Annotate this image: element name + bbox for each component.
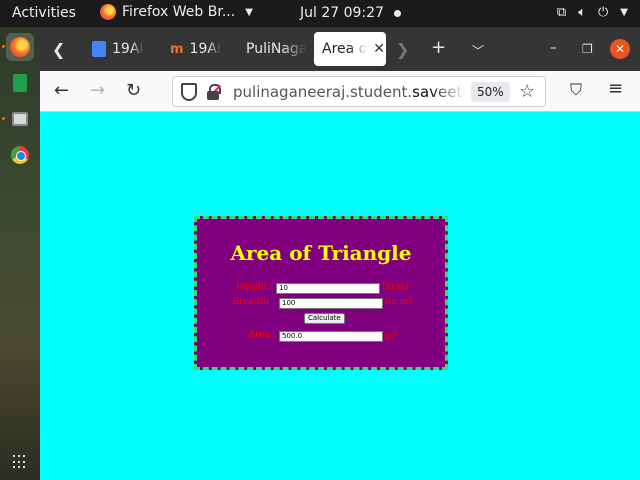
tab-moodle[interactable]: m 19AI [162,32,236,66]
zoom-level[interactable]: 50% [471,82,510,102]
close-icon[interactable]: ✕ [373,41,385,57]
shield-icon[interactable] [181,83,197,101]
reload-icon[interactable]: ↻ [126,80,141,101]
bookmark-star-icon[interactable]: ☆ [519,81,535,102]
calculate-button[interactable]: Calculate [304,313,345,324]
tab-strip: ❮ 19AI m 19AI PuliNaga Area o ✕ ❯ + ﹀ – … [40,27,640,71]
tab-label: 19AI [112,41,144,57]
area-label: Area : [248,330,276,340]
list-tabs-icon[interactable]: ﹀ [472,42,484,59]
app-menu-label: Firefox Web Br... [122,4,236,20]
volume-icon: 🔈︎ [578,5,586,20]
running-indicator [2,45,5,48]
tab-area[interactable]: Area o ✕ [314,32,386,66]
tab-pulinaga[interactable]: PuliNaga [238,32,312,66]
area-output[interactable]: 500.0 [279,331,383,342]
tab-label: Area o [322,41,368,57]
pocket-icon[interactable]: ⛉ [570,80,582,100]
running-indicator [2,117,5,120]
insecure-lock-icon[interactable] [206,84,222,100]
height-unit: (in m) [382,282,410,292]
chevron-down-icon: ▼ [620,7,628,18]
nav-bar: ← → ↻ pulinaganeeraj.student.saveetha 50… [40,71,640,112]
power-icon: ⏻ [598,5,609,20]
docs-icon [92,41,106,57]
system-tray[interactable]: ⧉ 🔈︎ ⏻ ▼ [557,5,628,20]
height-label: Height : [235,282,273,292]
dock [0,27,40,480]
firefox-icon [10,37,30,57]
tab-label: PuliNaga [246,41,308,57]
menu-icon[interactable]: ≡ [608,78,623,99]
files-icon [12,112,28,126]
app-menu[interactable]: Firefox Web Br... ▼ [100,4,253,20]
height-input[interactable]: 10 [276,283,380,294]
breadth-input[interactable]: 100 [279,298,383,309]
breadth-unit: (in m) [385,297,413,307]
dock-spreadsheet[interactable] [6,69,34,97]
moodle-icon: m [170,41,184,57]
tab-label: 19AI [189,41,222,57]
activities-button[interactable]: Activities [12,5,76,21]
dock-chrome[interactable] [6,141,34,169]
tab-docs[interactable]: 19AI [84,32,160,66]
dock-firefox[interactable] [6,33,34,61]
calculator-card: Area of Triangle Height : 10 (in m) Brea… [194,216,448,370]
dock-files[interactable] [6,105,34,133]
spreadsheet-icon [13,74,27,92]
firefox-icon [100,4,116,20]
tab-scroll-left-icon[interactable]: ❮ [52,40,65,59]
window-close-icon[interactable]: ✕ [610,39,630,59]
page-content: Area of Triangle Height : 10 (in m) Brea… [40,112,640,480]
page-title: Area of Triangle [230,241,412,265]
notification-dot [394,10,401,17]
tab-scroll-right-icon[interactable]: ❯ [396,40,409,59]
url-text[interactable]: pulinaganeeraj.student.saveetha [233,83,465,101]
app-grid-icon[interactable] [13,455,27,469]
minimize-icon[interactable]: – [550,40,557,56]
chevron-down-icon: ▼ [245,6,253,18]
url-bar[interactable]: pulinaganeeraj.student.saveetha 50% ☆ [172,76,546,107]
clock[interactable]: Jul 27 09:27 [300,5,384,21]
chrome-icon [11,146,29,164]
top-bar: Activities Firefox Web Br... ▼ Jul 27 09… [0,0,640,27]
area-unit: m2 [385,330,398,342]
forward-icon[interactable]: → [90,80,105,101]
maximize-icon[interactable]: ❐ [582,42,593,56]
new-tab-icon[interactable]: + [431,37,446,58]
breadth-label: Breadth : [232,297,275,307]
back-icon[interactable]: ← [54,80,69,101]
network-icon: ⧉ [556,5,567,20]
